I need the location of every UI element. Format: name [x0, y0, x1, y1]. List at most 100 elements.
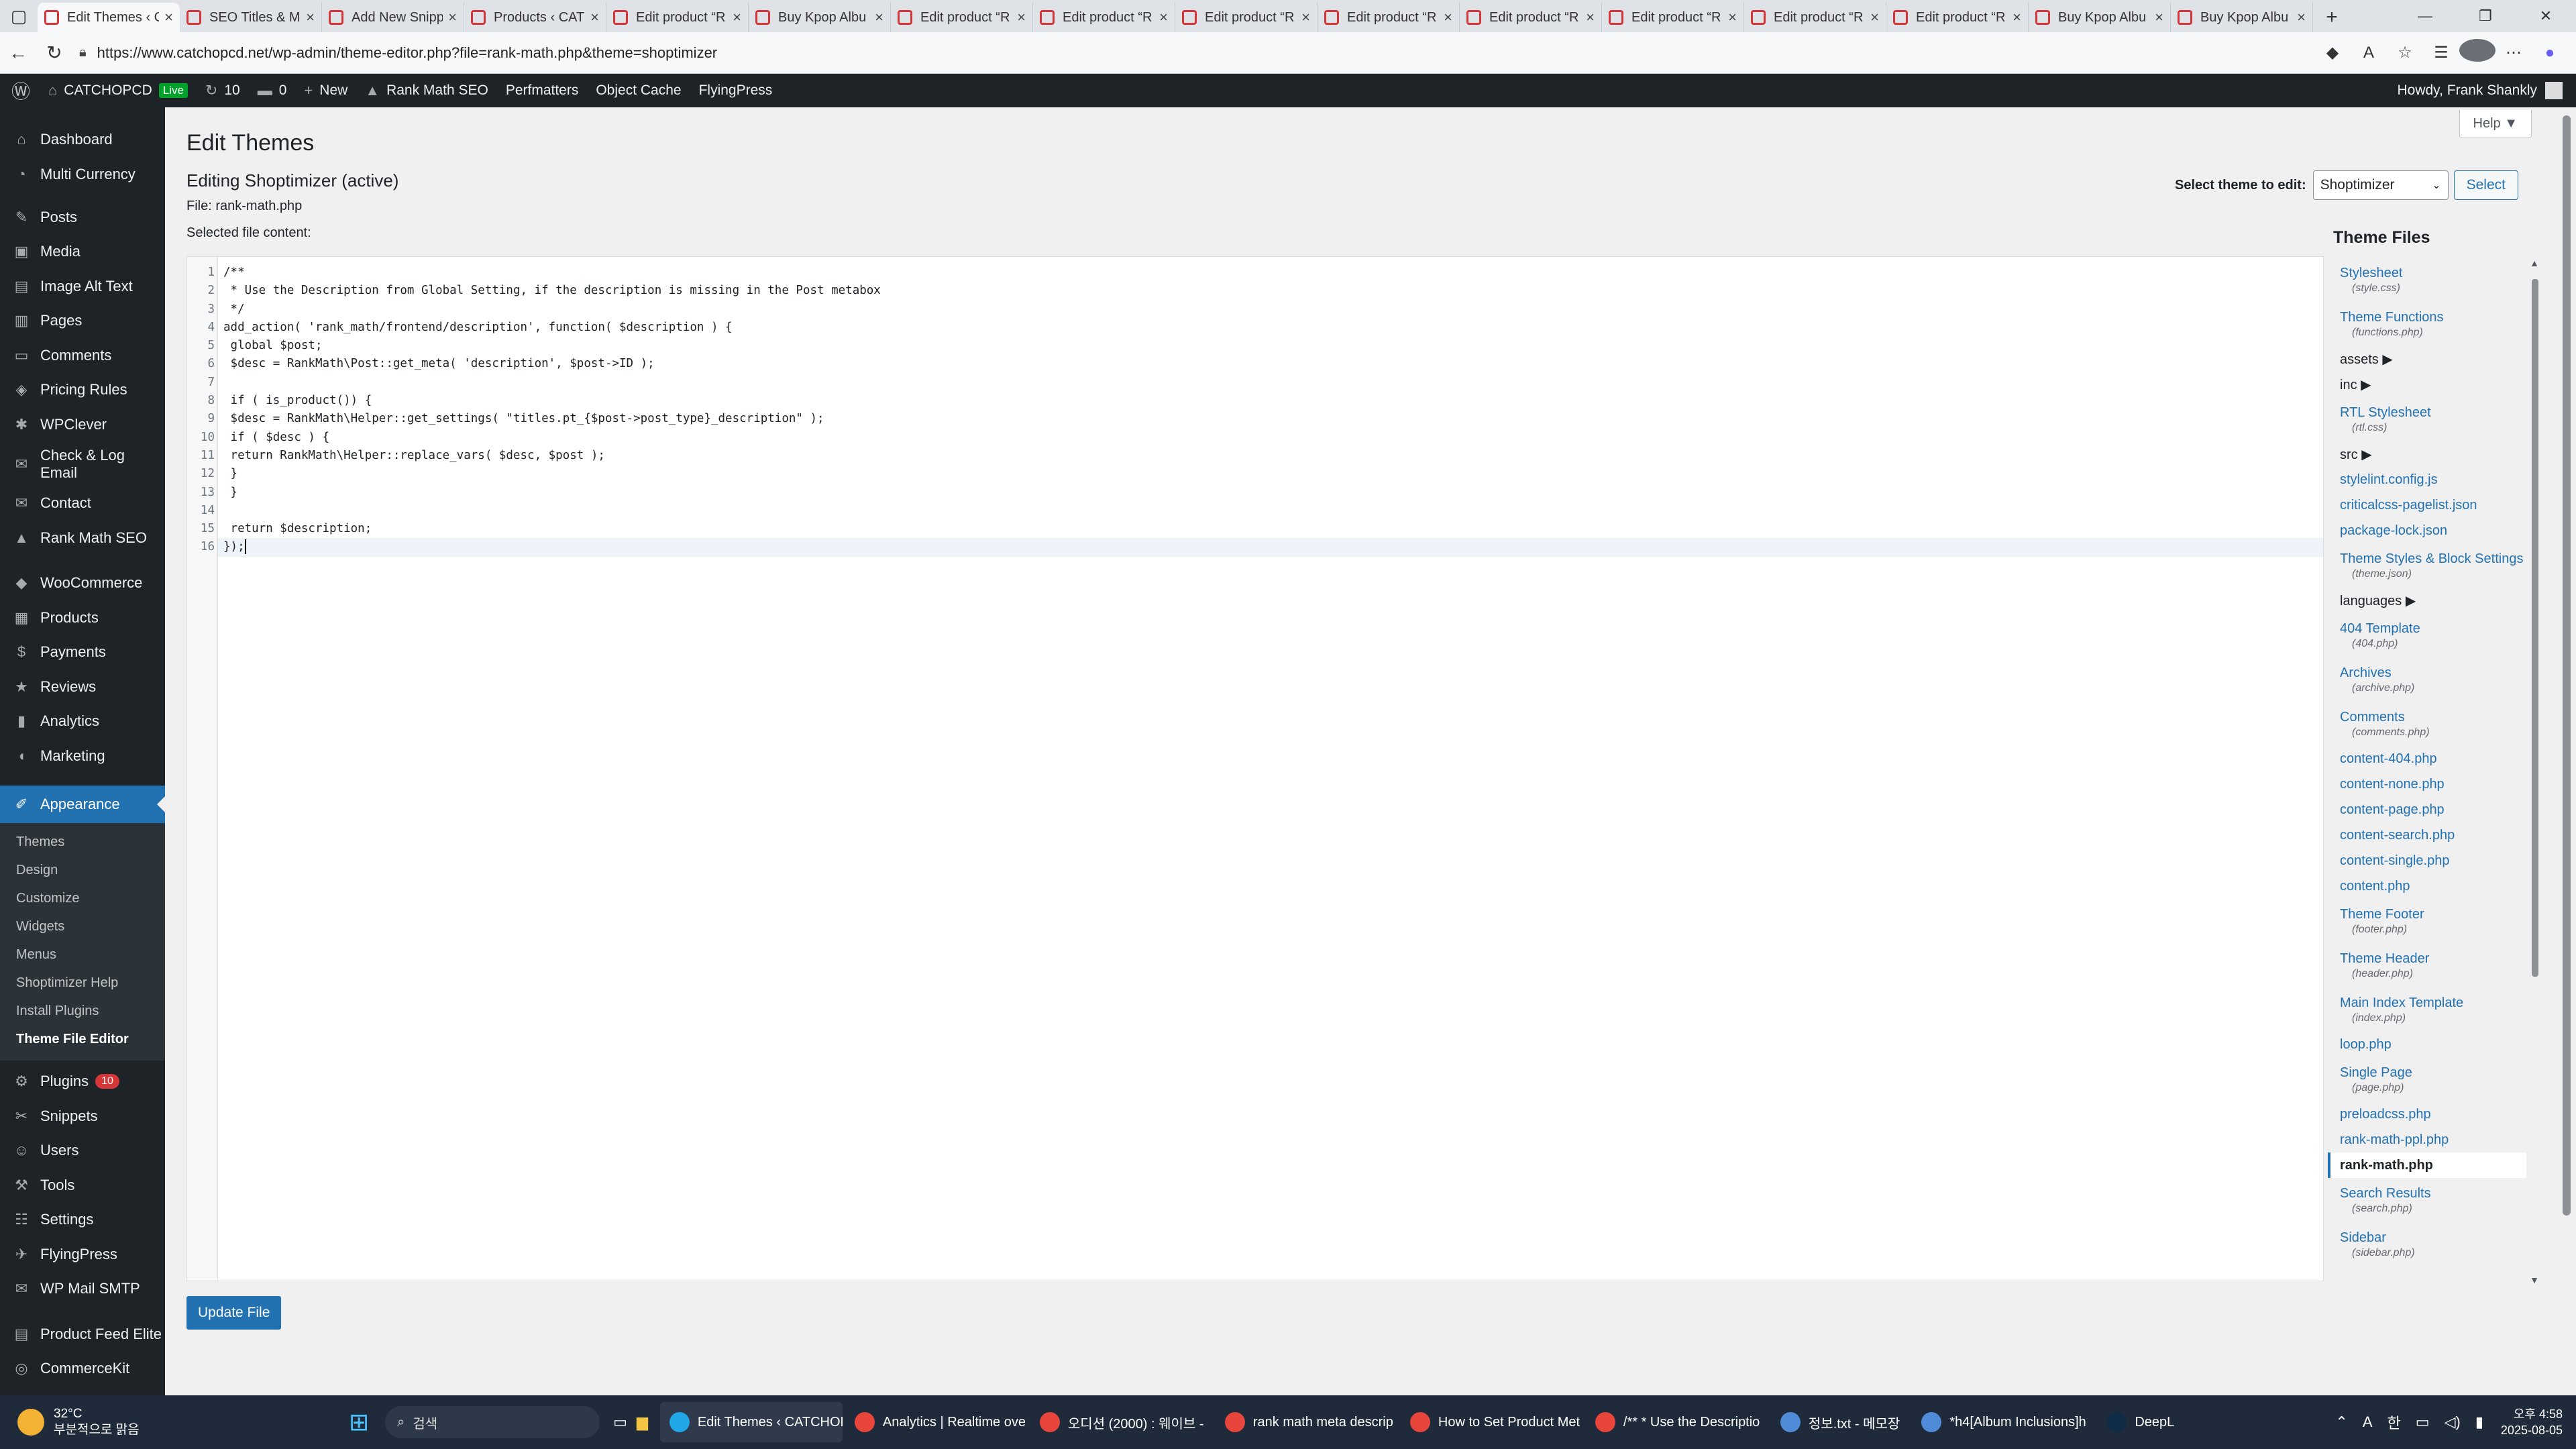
code-line[interactable]: if ( $desc ) {: [218, 429, 2323, 447]
taskbar-app[interactable]: *h4[Album Inclusions]h: [1912, 1402, 2094, 1442]
tab-close-icon[interactable]: ×: [1444, 9, 1452, 26]
lock-icon[interactable]: 🔒︎: [79, 45, 87, 60]
browser-tab[interactable]: Edit product “R ×: [1318, 3, 1460, 32]
sidebar-item-reviews[interactable]: ★ Reviews: [0, 669, 165, 704]
volume-icon[interactable]: ◁): [2445, 1413, 2461, 1431]
taskbar-app[interactable]: DeepL: [2097, 1402, 2184, 1442]
restore-icon[interactable]: ❐: [2455, 0, 2516, 32]
browser-tab[interactable]: Products ‹ CAT ×: [464, 3, 606, 32]
theme-file-item[interactable]: content.php: [2328, 873, 2526, 899]
extension-icon[interactable]: ◆: [2314, 43, 2351, 62]
sidebar-item-wp-mail-smtp[interactable]: ✉ WP Mail SMTP: [0, 1272, 165, 1307]
theme-file-item[interactable]: rank-math.php: [2328, 1152, 2526, 1178]
browser-tab[interactable]: Edit product “R ×: [1602, 3, 1744, 32]
code-line[interactable]: * Use the Description from Global Settin…: [218, 282, 2323, 300]
file-link[interactable]: Theme Styles & Block Settings: [2340, 551, 2526, 567]
sidebar-item-pages[interactable]: ▥ Pages: [0, 304, 165, 339]
theme-file-item[interactable]: 404 Template (404.php): [2328, 613, 2526, 657]
file-link[interactable]: content-page.php: [2340, 802, 2526, 818]
tab-close-icon[interactable]: ×: [590, 9, 599, 26]
pen-icon[interactable]: A: [2363, 1413, 2373, 1431]
submenu-item-customize[interactable]: Customize: [0, 885, 165, 913]
sidebar-item-media[interactable]: ▣ Media: [0, 235, 165, 270]
theme-file-item[interactable]: content-none.php: [2328, 771, 2526, 797]
tray-chevron-icon[interactable]: ⌃: [2335, 1413, 2347, 1431]
clock[interactable]: 오후 4:58 2025-08-05: [2501, 1406, 2563, 1438]
submenu-item-install-plugins[interactable]: Install Plugins: [0, 998, 165, 1026]
taskbar-app[interactable]: Analytics | Realtime ove: [845, 1402, 1028, 1442]
theme-file-item[interactable]: Theme Functions (functions.php): [2328, 302, 2526, 346]
sidebar-item-analytics[interactable]: ▮ Analytics: [0, 704, 165, 739]
theme-file-item[interactable]: Sidebar (sidebar.php): [2328, 1222, 2526, 1267]
theme-file-item[interactable]: Theme Header (header.php): [2328, 943, 2526, 987]
ime-icon[interactable]: 한: [2387, 1411, 2401, 1433]
sidebar-item-rank-math-seo[interactable]: ▲ Rank Math SEO: [0, 521, 165, 555]
taskbar-app[interactable]: /** * Use the Descriptio: [1586, 1402, 1768, 1442]
new-tab-button[interactable]: +: [2313, 3, 2351, 32]
battery-icon[interactable]: ▮: [2475, 1413, 2483, 1431]
code-line[interactable]: global $post;: [218, 337, 2323, 355]
code-line[interactable]: }: [218, 484, 2323, 502]
file-link[interactable]: loop.php: [2340, 1037, 2526, 1053]
code-line[interactable]: */: [218, 301, 2323, 319]
url-field[interactable]: 🔒︎ https://www.catchopcd.net/wp-admin/th…: [79, 38, 2314, 68]
tab-close-icon[interactable]: ×: [164, 9, 173, 26]
browser-tab[interactable]: Edit product “R ×: [1460, 3, 1602, 32]
theme-file-item[interactable]: content-single.php: [2328, 848, 2526, 873]
comments-link[interactable]: ▬ 0: [258, 82, 287, 99]
scroll-down-icon[interactable]: ▼: [2529, 1275, 2540, 1285]
taskbar-app[interactable]: 정보.txt - 메모장: [1771, 1402, 1909, 1442]
browser-tab[interactable]: Edit product “R ×: [1886, 3, 2029, 32]
code-line[interactable]: $desc = RankMath\Post::get_meta( 'descri…: [218, 355, 2323, 373]
wordpress-logo-icon[interactable]: Ⓦ: [0, 77, 42, 104]
browser-tab[interactable]: Edit product “R ×: [891, 3, 1033, 32]
file-link[interactable]: Sidebar: [2340, 1230, 2526, 1246]
flyingpress-link[interactable]: FlyingPress: [699, 83, 773, 99]
tab-close-icon[interactable]: ×: [2012, 9, 2021, 26]
browser-tab[interactable]: SEO Titles & M ×: [180, 3, 322, 32]
submenu-item-menus[interactable]: Menus: [0, 941, 165, 969]
task-view-icon[interactable]: ▭: [613, 1413, 627, 1431]
tab-close-icon[interactable]: ×: [1586, 9, 1595, 26]
update-file-button[interactable]: Update File: [186, 1296, 282, 1330]
submenu-item-themes[interactable]: Themes: [0, 828, 165, 857]
submenu-item-theme-file-editor[interactable]: Theme File Editor: [0, 1026, 165, 1054]
submenu-item-design[interactable]: Design: [0, 857, 165, 885]
theme-file-item[interactable]: Main Index Template (index.php): [2328, 987, 2526, 1032]
code-line[interactable]: $desc = RankMath\Helper::get_settings( "…: [218, 410, 2323, 428]
file-link[interactable]: RTL Stylesheet: [2340, 405, 2526, 421]
theme-file-item[interactable]: Theme Styles & Block Settings (theme.json…: [2328, 543, 2526, 588]
minimize-icon[interactable]: —: [2395, 0, 2455, 32]
code-line[interactable]: });: [218, 538, 2323, 557]
read-aloud-icon[interactable]: A: [2351, 44, 2387, 62]
files-scroll-thumb[interactable]: [2532, 279, 2538, 977]
reload-icon[interactable]: ↻: [36, 35, 72, 71]
theme-file-item[interactable]: content-404.php: [2328, 746, 2526, 771]
page-scrollbar[interactable]: [2556, 107, 2576, 1395]
sidebar-item-image-alt-text[interactable]: ▤ Image Alt Text: [0, 269, 165, 304]
taskbar-app[interactable]: How to Set Product Met: [1401, 1402, 1583, 1442]
file-link[interactable]: Theme Functions: [2340, 310, 2526, 325]
file-link[interactable]: 404 Template: [2340, 621, 2526, 637]
sidebar-item-woocommerce[interactable]: ◆ WooCommerce: [0, 566, 165, 601]
select-theme-button[interactable]: Select: [2453, 170, 2518, 200]
rank-math-link[interactable]: ▲ Rank Math SEO: [365, 82, 488, 99]
favorite-star-icon[interactable]: ☆: [2387, 43, 2423, 62]
sidebar-item-settings[interactable]: ☷ Settings: [0, 1203, 165, 1238]
file-link[interactable]: content-single.php: [2340, 853, 2526, 869]
file-link[interactable]: criticalcss-pagelist.json: [2340, 498, 2526, 513]
theme-select-dropdown[interactable]: Shoptimizer ⌄: [2312, 170, 2449, 200]
code-line[interactable]: [218, 374, 2323, 392]
theme-file-item[interactable]: Theme Footer (footer.php): [2328, 899, 2526, 943]
file-link[interactable]: Theme Header: [2340, 951, 2526, 967]
sidebar-item-commercekit[interactable]: ◎ CommerceKit: [0, 1352, 165, 1387]
file-link[interactable]: Main Index Template: [2340, 996, 2526, 1011]
sidebar-item-users[interactable]: ☺ Users: [0, 1134, 165, 1169]
file-link[interactable]: Single Page: [2340, 1065, 2526, 1081]
favorites-icon[interactable]: ☰: [2423, 43, 2459, 62]
browser-tab[interactable]: Edit product “R ×: [1175, 3, 1318, 32]
theme-file-item[interactable]: rank-math-ppl.php: [2328, 1127, 2526, 1152]
tab-close-icon[interactable]: ×: [2297, 9, 2306, 26]
tab-close-icon[interactable]: ×: [875, 9, 883, 26]
folder-item[interactable]: assets ▶: [2328, 346, 2526, 372]
